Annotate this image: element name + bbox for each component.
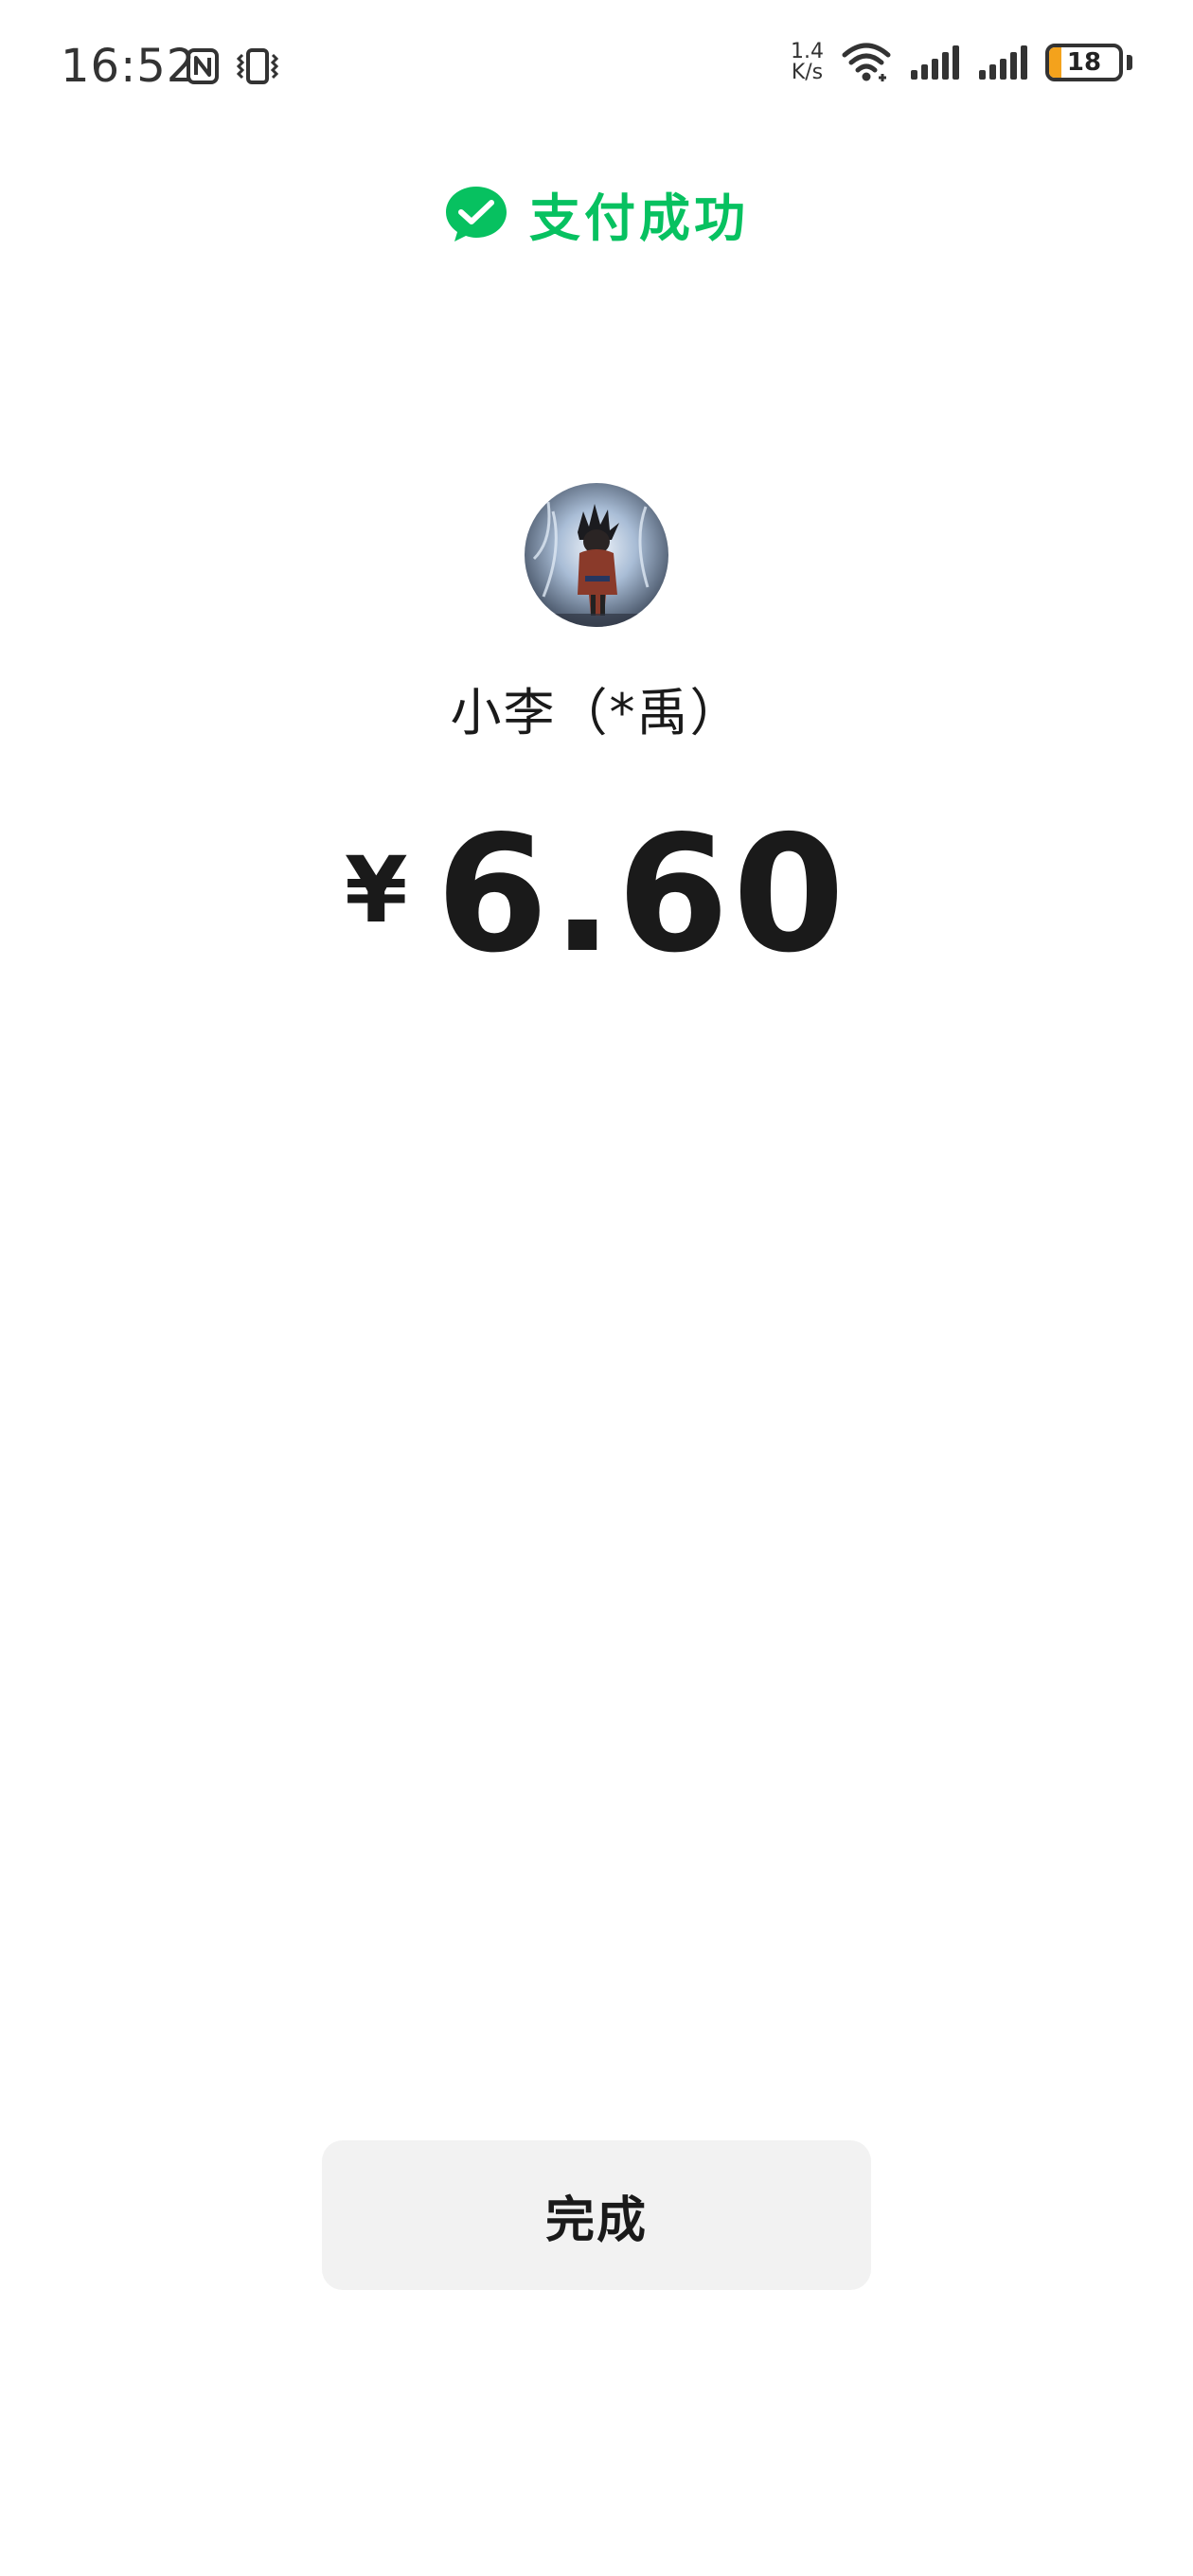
battery-icon: 18 (1045, 44, 1123, 81)
amount-value: 6.60 (436, 801, 849, 989)
vibrate-icon (236, 48, 279, 84)
status-left-icons (186, 47, 282, 85)
network-speed-unit: K/s (791, 61, 824, 84)
payment-amount: ¥ 6.60 (0, 814, 1193, 975)
battery-level: 18 (1066, 48, 1102, 77)
nfc-icon (187, 48, 219, 84)
signal-icon (979, 45, 1027, 80)
payment-status-title: 支付成功 (529, 188, 749, 248)
network-speed-value: 1.4 (791, 40, 824, 63)
avatar (525, 483, 668, 627)
wechat-icon (446, 186, 507, 242)
payment-success-header: 支付成功 (0, 176, 1193, 251)
status-bar: 16:52 1.4 K/s 18 (0, 0, 1193, 133)
battery-nub (1127, 55, 1132, 70)
status-right-icons: 1.4 K/s 18 (791, 42, 1132, 83)
signal-icon (911, 45, 959, 80)
wifi-icon (842, 43, 891, 81)
status-time: 16:52 (61, 40, 197, 93)
network-speed: 1.4 K/s (791, 42, 824, 83)
payee-name: 小李（*禹） (450, 683, 743, 742)
currency-symbol: ¥ (344, 837, 408, 943)
done-button[interactable]: 完成 (322, 2140, 871, 2290)
